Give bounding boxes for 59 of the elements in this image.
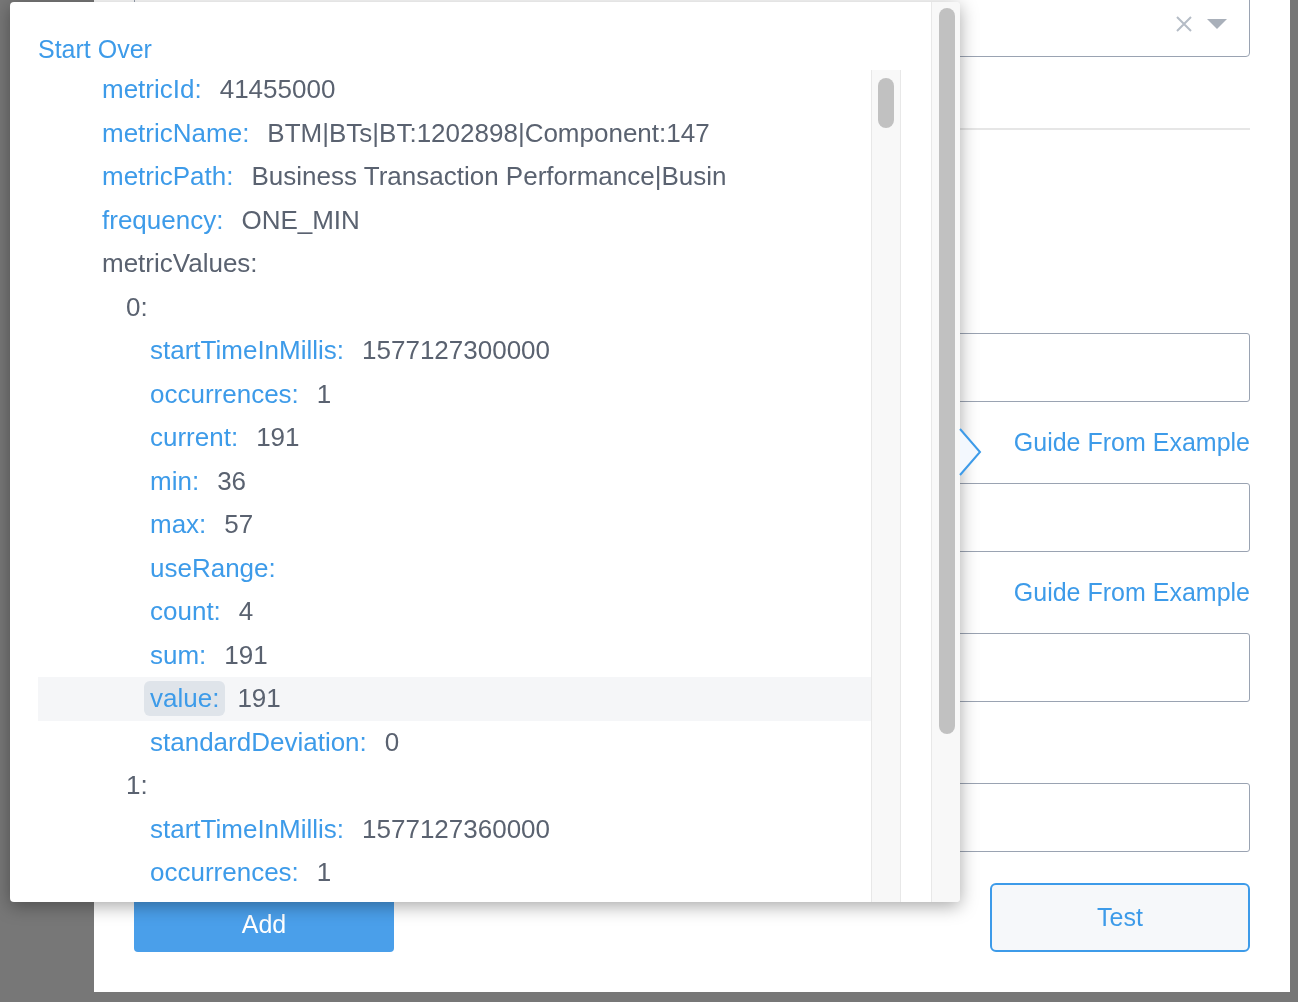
scrollbar-thumb[interactable] (878, 78, 895, 128)
tree-key: metricPath: (96, 159, 240, 195)
tree-key: frequency: (96, 202, 230, 238)
clear-icon[interactable] (1175, 14, 1193, 33)
tree-value: ONE_MIN (241, 204, 360, 236)
tree-value: 0 (384, 726, 400, 758)
tree-key: metricValues: (96, 246, 264, 282)
caret-icon[interactable] (1207, 18, 1227, 29)
tree-value: Business Transaction Performance|Busin (251, 161, 727, 193)
scrollbar[interactable] (871, 70, 902, 902)
tree-key: occurrences: (144, 855, 305, 891)
tree-value: 191 (237, 683, 281, 715)
tree-key: current: (144, 420, 245, 456)
tree-row[interactable]: max: 57 (38, 503, 872, 547)
tree-row[interactable]: standardDeviation: 0 (38, 720, 872, 764)
tree-row[interactable]: occurrences: 1 (38, 372, 872, 416)
tree-key: standardDeviation: (144, 724, 373, 760)
tree-row[interactable]: count: 4 (38, 590, 872, 634)
scrollbar[interactable] (931, 2, 960, 902)
tree-value: 191 (224, 639, 268, 671)
tree-key: sum: (144, 637, 213, 673)
tree-row[interactable]: sum: 191 (38, 633, 872, 677)
tree-key: useRange: (144, 550, 282, 586)
tree-row[interactable]: 1: (38, 764, 872, 808)
tree-row[interactable]: startTimeInMillis: 1577127360000 (38, 807, 872, 851)
tree-row[interactable]: occurrences: 1 (38, 851, 872, 895)
tree-value: 1 (316, 378, 332, 410)
tree-row[interactable]: metricName: BTM|BTs|BT:1202898|Component:147 (38, 111, 872, 155)
tree-value: 1 (316, 857, 332, 889)
tree-key: count: (144, 594, 227, 630)
tree-key: metricId: (96, 72, 208, 108)
tree-value: 1577127360000 (362, 813, 551, 845)
tree-row[interactable]: min: 36 (38, 459, 872, 503)
tree-row[interactable]: value: 191 (38, 677, 872, 721)
tree-key: min: (144, 463, 206, 499)
tree-row[interactable]: metricId: 41455000 (38, 68, 872, 112)
tree-row[interactable]: 0: (38, 285, 872, 329)
tree-value: 4 (238, 596, 254, 628)
tree-key: metricName: (96, 115, 256, 151)
tree-key: startTimeInMillis: (144, 333, 351, 369)
tree-key: occurrences: (144, 376, 305, 412)
tree-value: 191 (256, 422, 300, 454)
tree-key: 1: (120, 768, 154, 804)
tree-key: startTimeInMillis: (144, 811, 351, 847)
tree-value: 1577127300000 (362, 335, 551, 367)
tree-value: 57 (224, 509, 254, 541)
tree-row[interactable]: startTimeInMillis: 1577127300000 (38, 329, 872, 373)
tree-value: 36 (217, 465, 247, 497)
tree-key: value: (144, 681, 226, 717)
tree-key: 0: (120, 289, 154, 325)
tree-row[interactable]: current: 191 (38, 416, 872, 460)
scrollbar-thumb[interactable] (939, 8, 955, 734)
tree-row[interactable]: metricPath: Business Transaction Performance|Busin (38, 155, 872, 199)
tree-value: BTM|BTs|BT:1202898|Component:147 (267, 117, 710, 149)
tree-row[interactable]: frequency: ONE_MIN (38, 198, 872, 242)
tree-key: max: (144, 507, 213, 543)
tree-row[interactable]: metricValues: (38, 242, 872, 286)
tree-value: 41455000 (219, 74, 336, 106)
popover-arrow (958, 428, 984, 476)
